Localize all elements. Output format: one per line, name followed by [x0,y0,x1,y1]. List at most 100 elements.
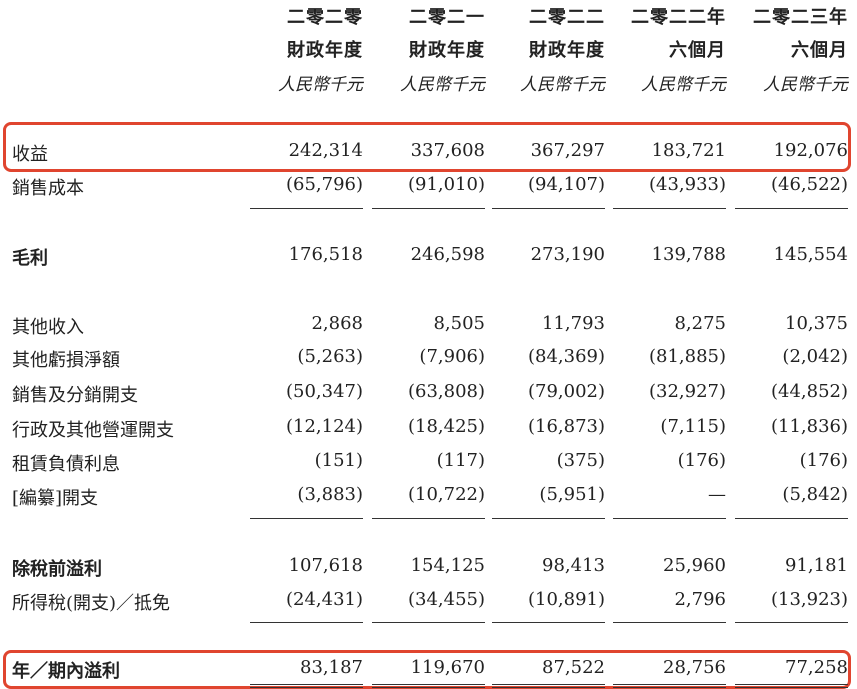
row-value: (91,010) [407,174,485,195]
column-header-period: 財政年度 [529,40,605,61]
subtotal-rule [250,518,363,519]
row-value: (7,115) [660,416,726,437]
row-value: 8,275 [674,313,726,334]
row-label: 租賃負債利息 [12,454,120,475]
column-header-period: 六個月 [669,40,726,61]
row-value: (5,842) [782,484,848,505]
row-value: (94,107) [527,174,605,195]
row-value: 192,076 [773,140,848,161]
column-header-unit: 人民幣千元 [400,75,485,95]
subtotal-rule [613,518,726,519]
row-value: 176,518 [288,244,363,265]
row-value: (16,873) [527,416,605,437]
subtotal-rule [250,622,363,623]
row-value: (81,885) [648,346,726,367]
subtotal-rule [735,208,848,209]
total-double-rule [250,684,363,688]
row-value: 246,598 [410,244,485,265]
total-double-rule [613,684,726,688]
row-value: (10,722) [407,484,485,505]
row-value: 98,413 [542,555,605,576]
column-header-year: 二零二二 [529,7,605,28]
row-value: 119,670 [410,657,485,678]
row-label: [編纂]開支 [12,488,99,509]
row-value: 183,721 [651,140,726,161]
column-header-unit: 人民幣千元 [520,75,605,95]
row-value: 242,314 [288,140,363,161]
row-label: 年／期內溢利 [12,661,120,682]
row-value: (3,883) [297,484,363,505]
row-value: 107,618 [288,555,363,576]
column-header-year: 二零二一 [409,7,485,28]
row-value: 2,796 [674,589,726,610]
row-value: (176) [677,450,726,471]
row-label: 行政及其他營運開支 [12,420,174,441]
row-value: (11,836) [770,416,848,437]
row-value: (63,808) [407,381,485,402]
row-value: (5,263) [297,346,363,367]
subtotal-rule [372,518,485,519]
row-value: (7,906) [419,346,485,367]
row-value: — [708,484,726,505]
subtotal-rule [492,208,605,209]
row-value: (65,796) [285,174,363,195]
row-value: (18,425) [407,416,485,437]
row-value: 77,258 [785,657,848,678]
column-header-period: 財政年度 [409,40,485,61]
row-value: (2,042) [782,346,848,367]
row-value: (79,002) [527,381,605,402]
row-value: (46,522) [770,174,848,195]
row-value: (375) [556,450,605,471]
row-label: 除稅前溢利 [12,559,102,580]
column-header-year: 二零二三年 [753,7,848,28]
row-value: (5,951) [539,484,605,505]
row-value: 337,608 [410,140,485,161]
subtotal-rule [250,208,363,209]
row-value: (117) [436,450,485,471]
subtotal-rule [372,208,485,209]
row-label: 銷售成本 [12,178,84,199]
row-value: 11,793 [542,313,605,334]
subtotal-rule [613,622,726,623]
row-value: (176) [799,450,848,471]
total-double-rule [492,684,605,688]
subtotal-rule [372,622,485,623]
row-value: 10,375 [785,313,848,334]
column-header-period: 六個月 [791,40,848,61]
row-value: 154,125 [410,555,485,576]
row-value: (151) [314,450,363,471]
row-value: (13,923) [770,589,848,610]
total-double-rule [372,684,485,688]
row-label: 收益 [12,144,48,165]
column-header-year: 二零二零 [287,7,363,28]
column-header-period: 財政年度 [287,40,363,61]
row-value: 28,756 [663,657,726,678]
row-value: (50,347) [285,381,363,402]
row-label: 其他虧損淨額 [12,350,120,371]
column-header-unit: 人民幣千元 [278,75,363,95]
row-value: (24,431) [285,589,363,610]
row-value: (10,891) [527,589,605,610]
subtotal-rule [735,622,848,623]
column-header-unit: 人民幣千元 [641,75,726,95]
row-value: 87,522 [542,657,605,678]
row-value: 367,297 [530,140,605,161]
total-double-rule [735,684,848,688]
row-value: 139,788 [651,244,726,265]
row-value: 8,505 [433,313,485,334]
row-value: 83,187 [300,657,363,678]
row-label: 其他收入 [12,317,84,338]
subtotal-rule [492,622,605,623]
row-value: 91,181 [785,555,848,576]
subtotal-rule [492,518,605,519]
row-value: 273,190 [530,244,605,265]
row-value: (44,852) [770,381,848,402]
row-value: (12,124) [285,416,363,437]
column-header-year: 二零二二年 [631,7,726,28]
row-value: (84,369) [527,346,605,367]
row-value: (43,933) [648,174,726,195]
column-header-unit: 人民幣千元 [763,75,848,95]
row-value: 2,868 [311,313,363,334]
subtotal-rule [735,518,848,519]
row-label: 毛利 [12,248,48,269]
